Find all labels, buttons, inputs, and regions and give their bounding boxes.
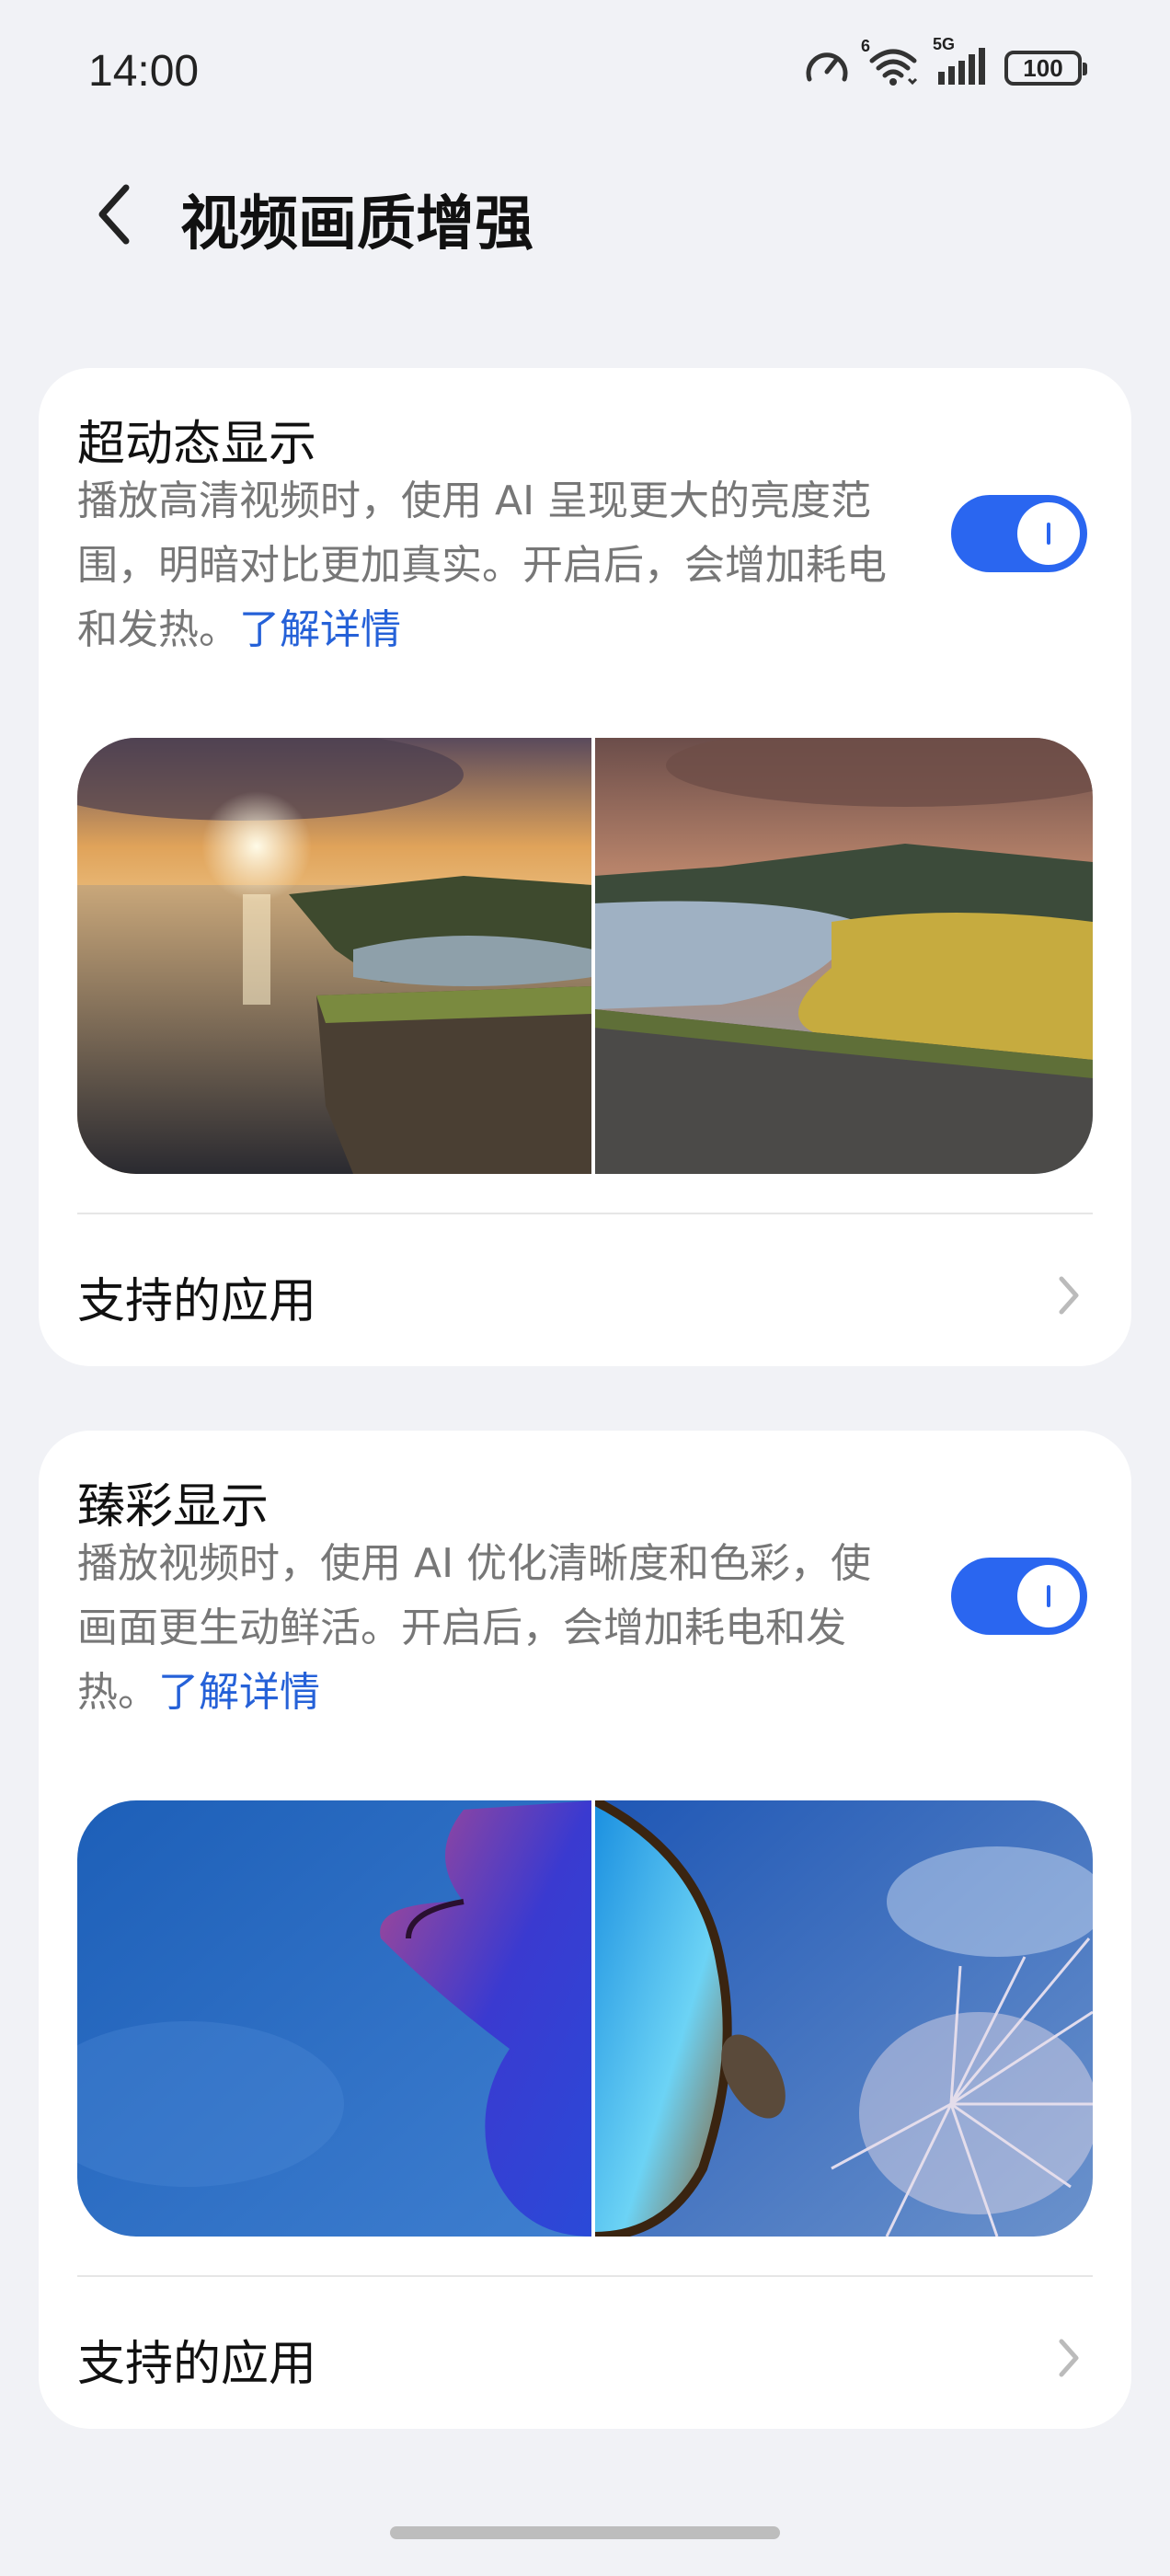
vivid-comparison-image	[77, 1800, 1093, 2237]
vivid-display-toggle[interactable]	[951, 1558, 1087, 1635]
vivid-display-title: 臻彩显示	[77, 1479, 270, 1535]
vivid-display-card: 臻彩显示 播放视频时，使用 AI 优化清晰度和色彩，使画面更生动鲜活。开启后，会…	[39, 1431, 1131, 2429]
page-title: 视频画质增强	[180, 190, 533, 259]
hdr-comparison-image	[77, 738, 1093, 1174]
wifi-icon: 6	[861, 37, 920, 90]
hdr-supported-apps-row[interactable]: 支持的应用	[39, 1214, 1131, 1366]
page-header: 视频画质增强	[0, 166, 1170, 267]
hdr-learn-more-link[interactable]: 了解详情	[239, 606, 401, 653]
battery-icon: 100	[1004, 51, 1087, 86]
vivid-supported-apps-row[interactable]: 支持的应用	[39, 2277, 1131, 2429]
hdr-display-title: 超动态显示	[77, 417, 317, 472]
vivid-supported-apps-label: 支持的应用	[77, 2337, 317, 2392]
home-indicator[interactable]	[390, 2526, 780, 2539]
chevron-right-icon	[1059, 1276, 1079, 1315]
vivid-learn-more-link[interactable]: 了解详情	[158, 1669, 320, 1716]
speed-meter-icon	[804, 46, 850, 90]
cellular-signal-icon: 5G	[933, 35, 988, 90]
hdr-display-toggle[interactable]	[951, 495, 1087, 572]
back-arrow-icon	[98, 184, 130, 245]
vivid-display-description: 播放视频时，使用 AI 优化清晰度和色彩，使画面更生动鲜活。开启后，会增加耗电和…	[77, 1532, 905, 1725]
chevron-right-icon	[1059, 2339, 1079, 2377]
hdr-display-description: 播放高清视频时，使用 AI 呈现更大的亮度范围，明暗对比更加真实。开启后，会增加…	[77, 469, 905, 662]
wifi-label: 6	[861, 37, 871, 55]
back-button[interactable]	[83, 182, 147, 247]
toggle-knob	[1017, 502, 1080, 565]
status-time: 14:00	[88, 47, 200, 96]
network-label: 5G	[933, 35, 956, 53]
hdr-display-card: 超动态显示 播放高清视频时，使用 AI 呈现更大的亮度范围，明暗对比更加真实。开…	[39, 368, 1131, 1366]
status-bar: 14:00 6 5G 100	[0, 0, 1170, 147]
hdr-supported-apps-label: 支持的应用	[77, 1274, 317, 1329]
status-icons: 6 5G 100	[804, 35, 1087, 90]
toggle-knob	[1017, 1565, 1080, 1627]
hdr-display-description-text: 播放高清视频时，使用 AI 呈现更大的亮度范围，明暗对比更加真实。开启后，会增加…	[77, 477, 887, 653]
